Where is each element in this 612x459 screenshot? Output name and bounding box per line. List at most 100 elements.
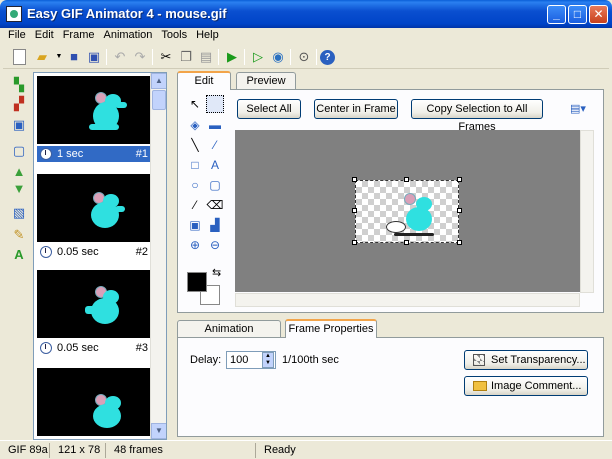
scroll-up-icon[interactable]: ▲	[151, 73, 166, 89]
title-bar: Easy GIF Animator 4 - mouse.gif _ □ ✕	[0, 0, 612, 28]
rect-select-icon[interactable]	[206, 95, 224, 113]
cut-icon[interactable]: ✂	[157, 48, 175, 66]
toolbar-separator	[290, 49, 291, 65]
fill-icon[interactable]: ◈	[186, 116, 204, 134]
menu-edit[interactable]: Edit	[30, 28, 58, 41]
scroll-thumb[interactable]	[152, 90, 166, 110]
menu-file[interactable]: File	[3, 28, 30, 41]
menu-frame[interactable]: Frame	[58, 28, 99, 41]
main-toolbar: ▰ ▼ ■ ▣ ↶ ↷ ✂ ❐ ▤ ▶ ▷ ◉ ⊙ ?	[3, 45, 609, 69]
frame-number: #1	[135, 148, 148, 160]
center-in-frame-button[interactable]: Center in Frame	[314, 99, 398, 119]
preview-browser-icon[interactable]: ◉	[269, 48, 287, 66]
delay-label: Delay:	[190, 354, 222, 366]
copy-icon[interactable]: ❐	[177, 48, 195, 66]
copy-selection-button[interactable]: Copy Selection to All Frames	[411, 99, 543, 133]
toolbar-separator	[218, 49, 219, 65]
paste-icon[interactable]: ▤	[197, 48, 215, 66]
canvas-h-scrollbar[interactable]	[235, 293, 580, 307]
ellipse-icon[interactable]: ○	[186, 176, 204, 194]
text-tool-icon[interactable]: A	[206, 156, 224, 174]
scroll-down-icon[interactable]: ▼	[151, 423, 166, 439]
eraser-icon[interactable]: ⌫	[206, 196, 224, 214]
selection-handle[interactable]	[404, 177, 409, 182]
save-icon[interactable]: ■	[65, 48, 83, 66]
zoom-in-icon[interactable]: ⊕	[186, 236, 204, 254]
settings-dropdown-icon[interactable]: ▤▾	[570, 102, 586, 115]
set-transparency-label: Set Transparency...	[491, 354, 586, 366]
rounded-rect-icon[interactable]: ▢	[206, 176, 224, 194]
maximize-button[interactable]: □	[568, 5, 587, 24]
frame-number: #2	[135, 246, 148, 258]
foreground-color[interactable]	[187, 272, 207, 292]
line-icon[interactable]: ╲	[186, 136, 204, 154]
selection-handle[interactable]	[352, 208, 357, 213]
menu-bar: File Edit Frame Animation Tools Help	[3, 28, 609, 44]
image-area[interactable]	[355, 180, 459, 243]
frame-list: 1 sec #1 0.05 sec #2 0.05 sec #3 ▲ ▼	[33, 72, 167, 440]
tab-edit[interactable]: Edit	[177, 71, 231, 90]
zoom-icon[interactable]: ⊙	[295, 48, 313, 66]
help-icon[interactable]: ?	[320, 50, 335, 65]
add-frame-icon[interactable]: ▚	[10, 76, 28, 94]
status-bar: GIF 89a 121 x 78 48 frames Ready	[0, 440, 612, 459]
frame-thumbnail	[37, 174, 150, 242]
status-state: Ready	[264, 444, 296, 456]
image-comment-button[interactable]: Image Comment...	[464, 376, 588, 396]
wand-icon[interactable]: ✎	[10, 226, 28, 244]
resize-icon[interactable]: ▧	[10, 204, 28, 222]
frame-list-scrollbar[interactable]: ▲ ▼	[150, 73, 166, 439]
undo-icon[interactable]: ↶	[111, 48, 129, 66]
save-all-icon[interactable]: ▣	[85, 48, 103, 66]
selection-handle[interactable]	[352, 240, 357, 245]
zoom-out-icon[interactable]: ⊖	[206, 236, 224, 254]
new-icon[interactable]	[13, 49, 26, 65]
tab-preview[interactable]: Preview	[236, 72, 296, 90]
pointer-icon[interactable]: ↖	[186, 95, 204, 113]
frame-duration: 0.05 sec	[57, 342, 99, 354]
select-all-button[interactable]: Select All	[237, 99, 301, 119]
toolbar-separator	[152, 49, 153, 65]
play-icon[interactable]: ▶	[223, 48, 241, 66]
canvas-v-scrollbar[interactable]	[580, 130, 594, 293]
toolbar-separator	[106, 49, 107, 65]
text-icon[interactable]: A	[10, 246, 28, 264]
move-down-icon[interactable]: ▼	[10, 180, 28, 198]
status-size: 121 x 78	[50, 443, 106, 458]
frame-properties-icon[interactable]: ▢	[10, 142, 28, 160]
selection-handle[interactable]	[457, 177, 462, 182]
frame-duration: 1 sec	[57, 148, 84, 160]
rectangle-icon[interactable]: □	[186, 156, 204, 174]
transparency-icon	[473, 354, 485, 366]
brush-icon[interactable]: ⁄	[206, 136, 224, 154]
delay-spinner[interactable]: ▲ ▼	[262, 352, 274, 368]
duplicate-frame-icon[interactable]: ▣	[10, 116, 28, 134]
crop-icon[interactable]: ▣	[186, 216, 204, 234]
redo-icon[interactable]: ↷	[131, 48, 149, 66]
selection-handle[interactable]	[457, 208, 462, 213]
tab-animation-properties[interactable]: Animation Properties	[177, 320, 281, 351]
close-button[interactable]: ✕	[589, 5, 608, 24]
selection-handle[interactable]	[457, 240, 462, 245]
eraser-block-icon[interactable]: ▬	[206, 116, 224, 134]
menu-help[interactable]: Help	[191, 28, 223, 41]
menu-animation[interactable]: Animation	[98, 28, 156, 41]
stamp-icon[interactable]: ▟	[206, 216, 224, 234]
minimize-button[interactable]: _	[547, 5, 566, 24]
frame-number: #3	[135, 342, 148, 354]
menu-tools[interactable]: Tools	[156, 28, 191, 41]
tab-frame-properties[interactable]: Frame Properties	[285, 319, 377, 338]
delete-frame-icon[interactable]: ▞	[10, 95, 28, 113]
selection-handle[interactable]	[404, 240, 409, 245]
set-transparency-button[interactable]: Set Transparency...	[464, 350, 588, 370]
swap-colors-icon[interactable]: ⇆	[212, 266, 221, 279]
image-comment-label: Image Comment...	[491, 380, 582, 392]
open-icon[interactable]: ▰	[33, 48, 51, 66]
play-step-icon[interactable]: ▷	[249, 48, 267, 66]
move-up-icon[interactable]: ▲	[10, 163, 28, 181]
clock-icon	[40, 342, 52, 354]
eyedropper-icon[interactable]: ⁄	[186, 196, 204, 214]
status-frames: 48 frames	[106, 443, 256, 458]
selection-handle[interactable]	[352, 177, 357, 182]
folder-icon	[473, 381, 487, 391]
